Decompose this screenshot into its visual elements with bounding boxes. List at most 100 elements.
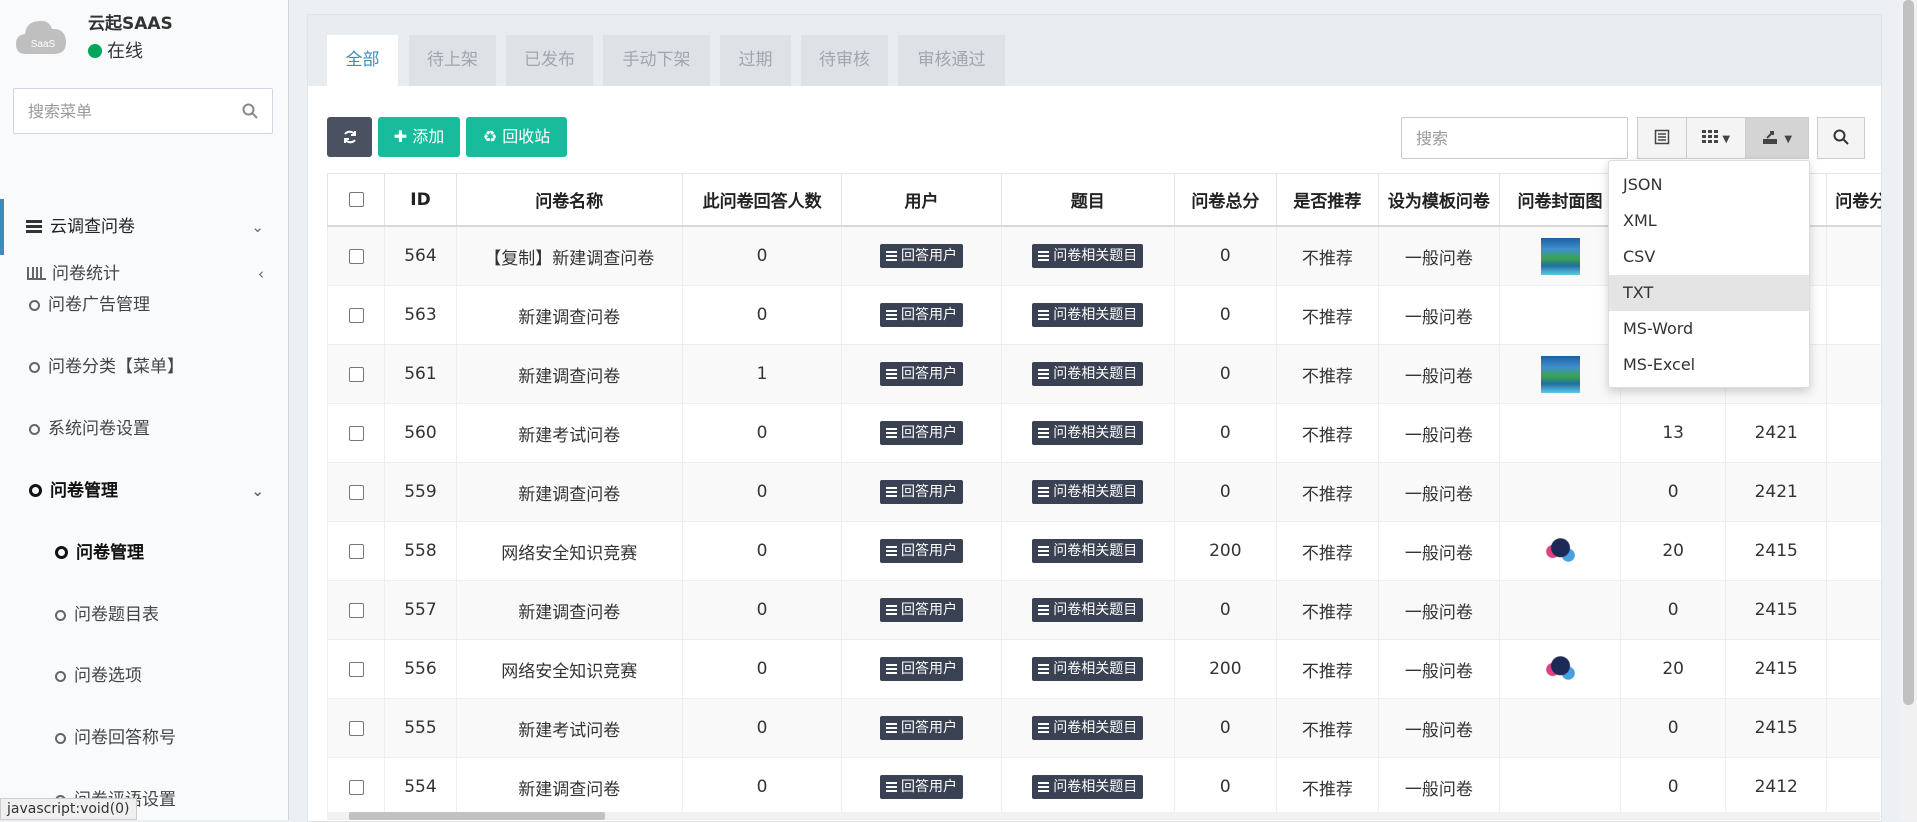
list-icon <box>1038 605 1050 615</box>
table-row: 555新建考试问卷0回答用户问卷相关题目0不推荐一般问卷02415- <box>326 698 1881 758</box>
select-all-checkbox[interactable] <box>348 192 364 207</box>
row-checkbox[interactable] <box>348 307 364 323</box>
row-select-cell <box>326 521 386 581</box>
related-questions-button[interactable]: 问卷相关题目 <box>1032 716 1144 740</box>
recommend-cell: 不推荐 <box>1275 757 1379 817</box>
answer-users-button[interactable]: 回答用户 <box>879 421 963 445</box>
column-header[interactable]: 问卷分类 <box>1826 173 1881 227</box>
answers-cell: 0 <box>681 757 843 817</box>
columns-toggle-button[interactable]: ▼ <box>1686 117 1746 159</box>
cover-cell <box>1498 521 1622 581</box>
caret-down-icon: ▼ <box>1784 134 1793 145</box>
related-questions-button[interactable]: 问卷相关题目 <box>1032 421 1144 445</box>
related-questions-button[interactable]: 问卷相关题目 <box>1032 303 1144 327</box>
scrollbar-thumb[interactable] <box>349 812 605 820</box>
cover-image[interactable] <box>1540 355 1580 393</box>
related-questions-button[interactable]: 问卷相关题目 <box>1032 244 1144 268</box>
table-search-input[interactable] <box>1402 118 1630 158</box>
column-header[interactable]: 题目 <box>1000 173 1175 227</box>
horizontal-scrollbar[interactable] <box>327 812 1880 820</box>
vertical-scrollbar[interactable] <box>1900 0 1917 820</box>
tab-manual-off[interactable]: 手动下架 <box>603 35 710 86</box>
row-checkbox[interactable] <box>348 366 364 382</box>
row-checkbox[interactable] <box>348 779 364 795</box>
column-header[interactable]: ID <box>384 173 457 227</box>
sidebar-item-options[interactable]: 问卷选项 <box>0 648 288 704</box>
tab-pending-shelf[interactable]: 待上架 <box>409 35 496 86</box>
row-checkbox[interactable] <box>348 661 364 677</box>
question-count-cell: 20 <box>1620 521 1727 581</box>
row-checkbox[interactable] <box>348 248 364 264</box>
sidebar-item-questions[interactable]: 问卷题目表 <box>0 587 288 643</box>
template-cell: 一般问卷 <box>1377 521 1500 581</box>
column-header[interactable]: 设为模板问卷 <box>1377 173 1500 227</box>
recycle-icon: ♻ <box>482 127 498 146</box>
related-questions-button[interactable]: 问卷相关题目 <box>1032 539 1144 563</box>
column-header[interactable]: 用户 <box>841 173 1002 227</box>
answer-users-button[interactable]: 回答用户 <box>879 657 963 681</box>
related-questions-label: 问卷相关题目 <box>1053 248 1138 264</box>
sidebar-item-category[interactable]: 问卷分类【菜单】 <box>0 339 288 395</box>
related-questions-button[interactable]: 问卷相关题目 <box>1032 775 1144 799</box>
advanced-search-button[interactable] <box>1817 117 1865 159</box>
tab-expired[interactable]: 过期 <box>720 35 791 86</box>
row-checkbox[interactable] <box>348 425 364 441</box>
row-checkbox[interactable] <box>348 602 364 618</box>
tab-pending-review[interactable]: 待审核 <box>801 35 888 86</box>
list-icon <box>885 546 897 556</box>
row-checkbox[interactable] <box>348 543 364 559</box>
related-questions-button[interactable]: 问卷相关题目 <box>1032 480 1144 504</box>
toggle-view-button[interactable] <box>1637 117 1687 159</box>
sidebar-item-settings[interactable]: 系统问卷设置 <box>0 401 288 457</box>
answer-users-button[interactable]: 回答用户 <box>879 480 963 504</box>
export-csv[interactable]: CSV <box>1609 239 1809 275</box>
tab-published[interactable]: 已发布 <box>506 35 593 86</box>
export-word[interactable]: MS-Word <box>1609 311 1809 347</box>
add-button[interactable]: ✚ 添加 <box>378 117 460 157</box>
search-icon[interactable] <box>242 103 258 119</box>
export-json[interactable]: JSON <box>1609 167 1809 203</box>
related-questions-button[interactable]: 问卷相关题目 <box>1032 598 1144 622</box>
answer-users-button[interactable]: 回答用户 <box>879 244 963 268</box>
caret-down-icon: ▼ <box>1722 134 1731 145</box>
cover-image[interactable] <box>1540 650 1580 688</box>
answer-users-button[interactable]: 回答用户 <box>879 775 963 799</box>
sidebar-item-ads[interactable]: 问卷广告管理 <box>0 277 288 333</box>
export-button[interactable]: ▼ <box>1745 117 1809 159</box>
scrollbar-thumb[interactable] <box>1903 0 1914 705</box>
sidebar-item-label: 问卷题目表 <box>74 605 159 625</box>
answer-users-button[interactable]: 回答用户 <box>879 362 963 386</box>
user-id-cell: 2415 <box>1725 580 1828 640</box>
column-header[interactable]: 此问卷回答人数 <box>681 173 843 227</box>
related-questions-button[interactable]: 问卷相关题目 <box>1032 657 1144 681</box>
category-cell: - <box>1826 698 1881 758</box>
export-txt[interactable]: TXT <box>1609 275 1809 311</box>
sidebar-item-answer-title[interactable]: 问卷回答称号 <box>0 710 288 766</box>
sidebar-item-manage[interactable]: 问卷管理 <box>0 525 288 581</box>
answer-users-button[interactable]: 回答用户 <box>879 716 963 740</box>
answer-users-button[interactable]: 回答用户 <box>879 598 963 622</box>
export-xml[interactable]: XML <box>1609 203 1809 239</box>
row-checkbox[interactable] <box>348 720 364 736</box>
column-header[interactable]: 问卷封面图 <box>1498 173 1622 227</box>
refresh-button[interactable] <box>327 117 372 157</box>
menu-search-input[interactable] <box>14 89 252 133</box>
related-questions-label: 问卷相关题目 <box>1053 661 1138 677</box>
column-header[interactable]: 是否推荐 <box>1275 173 1379 227</box>
sidebar-item-manage-parent[interactable]: 问卷管理 ⌄ <box>0 463 288 519</box>
column-header[interactable]: 问卷总分 <box>1173 173 1277 227</box>
tab-all[interactable]: 全部 <box>327 35 398 86</box>
tab-approved[interactable]: 审核通过 <box>898 35 1005 86</box>
recycle-bin-button[interactable]: ♻ 回收站 <box>466 117 567 157</box>
score-cell: 0 <box>1173 285 1277 345</box>
related-questions-button[interactable]: 问卷相关题目 <box>1032 362 1144 386</box>
list-icon <box>885 723 897 733</box>
user-panel: SaaS 云起SAAS 在线 <box>0 0 288 75</box>
export-excel[interactable]: MS-Excel <box>1609 347 1809 383</box>
answer-users-button[interactable]: 回答用户 <box>879 539 963 563</box>
column-header[interactable]: 问卷名称 <box>455 173 683 227</box>
row-checkbox[interactable] <box>348 484 364 500</box>
answer-users-button[interactable]: 回答用户 <box>879 303 963 327</box>
cover-image[interactable] <box>1540 532 1580 570</box>
cover-image[interactable] <box>1540 237 1580 275</box>
